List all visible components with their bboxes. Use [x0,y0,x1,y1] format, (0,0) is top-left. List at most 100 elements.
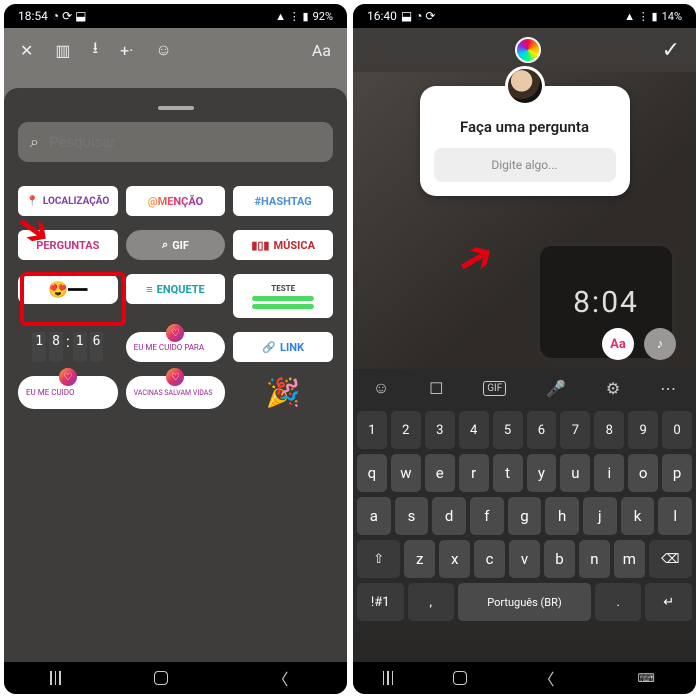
sticker-enquete[interactable]: ≡ ENQUETE [126,274,226,304]
download-icon[interactable]: ⭳ [93,37,99,64]
key-e[interactable]: e [425,454,455,492]
key-y[interactable]: y [527,454,557,492]
done-button[interactable]: ✓ [662,38,680,63]
status-time: 16:40 [367,9,397,23]
key-8[interactable]: 8 [594,411,624,449]
key-p[interactable]: p [662,454,692,492]
sticker-mencao[interactable]: @MENÇÃO [126,186,226,216]
story-editor: ✕ ▥ ⭳ +· ☺ Aa ⌕ 📍LOCALIZAÇÃO @MENÇÃO #HA… [4,28,347,662]
status-time: 18:54 [18,9,48,23]
sheet-handle[interactable] [158,106,194,110]
nav-back[interactable]: 〈 [261,666,301,690]
kbd-row-3: ⇧ zxcvbnm⌫ [357,540,692,578]
nav-home[interactable] [453,671,467,685]
question-sticker[interactable]: Faça uma pergunta Digite algo... [420,86,630,196]
key-n[interactable]: n [579,540,610,578]
search-icon: ⌕ [30,132,39,152]
key-6[interactable]: 6 [527,411,557,449]
key-9[interactable]: 9 [628,411,658,449]
sticker-eu-me-cuido-para[interactable]: ♡ EU ME CUIDO PARA [126,332,226,362]
key-l[interactable]: l [658,497,692,535]
key-k[interactable]: k [621,497,655,535]
key-q[interactable]: q [357,454,387,492]
search-input[interactable] [49,133,321,151]
key-backspace[interactable]: ⌫ [649,540,692,578]
settings-icon[interactable]: ⚙ [606,379,620,398]
nav-home[interactable] [154,671,168,685]
key-comma[interactable]: , [408,583,455,621]
keyboard-toolbar: ☺ ☐ GIF 🎤 ⚙ ⋯ [353,369,696,407]
close-icon[interactable]: ✕ [20,41,33,60]
color-picker-icon[interactable] [515,37,541,63]
key-4[interactable]: 4 [459,411,489,449]
key-3[interactable]: 3 [425,411,455,449]
effects-icon[interactable]: ☺ [155,40,171,60]
kbd-row-1: qwertyuiop [357,454,692,492]
key-7[interactable]: 7 [560,411,590,449]
key-enter[interactable]: ↵ [645,583,692,621]
key-f[interactable]: f [470,497,504,535]
question-input[interactable]: Digite algo... [434,148,616,182]
key-w[interactable]: w [391,454,421,492]
nav-back[interactable]: 〈 [527,666,567,690]
nav-recent[interactable] [383,671,394,685]
key-z[interactable]: z [404,540,435,578]
key-b[interactable]: b [544,540,575,578]
text-tool[interactable]: Aa [312,41,331,60]
sticker-hashtag[interactable]: #HASHTAG [233,186,333,216]
chip-music[interactable]: ♪ [644,328,676,360]
key-o[interactable]: o [628,454,658,492]
key-u[interactable]: u [560,454,590,492]
key-5[interactable]: 5 [493,411,523,449]
sticker-teste[interactable]: TESTE [233,274,333,318]
emoji-icon[interactable]: ☺ [373,378,389,398]
sticker-sheet[interactable]: ⌕ 📍LOCALIZAÇÃO @MENÇÃO #HASHTAG PERGUNTA… [4,88,347,662]
nav-recent[interactable] [50,671,61,685]
key-shift[interactable]: ⇧ [357,540,400,578]
key-h[interactable]: h [545,497,579,535]
kbd-row-2: asdfghjkl [357,497,692,535]
sticker-eu-me-cuido[interactable]: ♡ EU ME CUIDO [18,376,118,409]
gallery-icon[interactable]: ▥ [55,41,70,60]
key-a[interactable]: a [357,497,391,535]
more-icon[interactable]: ⋯ [660,379,676,398]
sticker-gif[interactable]: ⌕ GIF [126,230,226,260]
key-x[interactable]: x [439,540,470,578]
key-c[interactable]: c [474,540,505,578]
mic-icon[interactable]: 🎤 [546,379,566,398]
add-icon[interactable]: +· [120,41,133,60]
key-2[interactable]: 2 [391,411,421,449]
status-bar: 18:54◔ ⟳ ⬓ ▲ ⋮ ▮92% [4,4,347,28]
sticker-seasonal[interactable]: 🎉 [233,376,333,409]
key-j[interactable]: j [583,497,617,535]
key-d[interactable]: d [432,497,466,535]
key-s[interactable]: s [395,497,429,535]
key-v[interactable]: v [509,540,540,578]
chip-text[interactable]: Aa [602,328,634,360]
key-0[interactable]: 0 [662,411,692,449]
sticker-kbd-icon[interactable]: ☐ [429,379,443,398]
key-m[interactable]: m [614,540,645,578]
key-g[interactable]: g [508,497,542,535]
sticker-musica[interactable]: ▮▯▮ MÚSICA [233,230,333,260]
android-navbar: 〈 [4,662,347,694]
nav-keyboard-icon[interactable]: ⌨ [626,671,666,685]
mode-chips: Aa ♪ [602,328,676,360]
key-symbols[interactable]: !#1 [357,583,404,621]
key-space[interactable]: Português (BR) [458,583,591,621]
search-box[interactable]: ⌕ [18,122,333,162]
annotation-highlight [20,272,126,326]
key-dot[interactable]: . [595,583,642,621]
android-navbar: 〈 ⌨ [353,662,696,694]
status-battery: 14% [662,10,682,23]
key-r[interactable]: r [459,454,489,492]
question-title[interactable]: Faça uma pergunta [434,118,616,136]
key-1[interactable]: 1 [357,411,387,449]
key-t[interactable]: t [493,454,523,492]
sticker-link[interactable]: 🔗 LINK [233,332,333,362]
sticker-vacinas[interactable]: ♡ VACINAS SALVAM VIDAS [126,376,226,409]
key-i[interactable]: i [594,454,624,492]
gif-kbd-icon[interactable]: GIF [483,381,506,396]
sticker-clock[interactable]: 1 8 : 1 6 [18,332,118,362]
avatar [505,66,545,106]
